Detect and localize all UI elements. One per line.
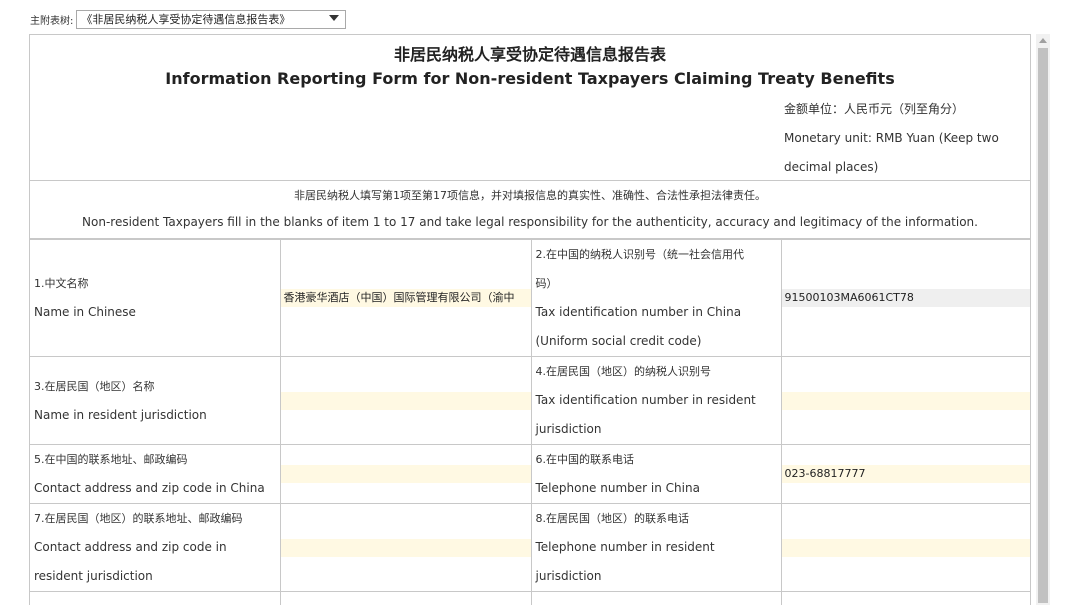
- monetary-unit-en-line2: decimal places): [784, 160, 879, 174]
- field-value-cell: [279, 503, 532, 592]
- chevron-down-icon: [329, 14, 340, 21]
- tax-id-china-input[interactable]: 91500103MA6061CT78: [781, 289, 1030, 307]
- field-label-en: Telephone number in resident: [535, 540, 715, 554]
- scroll-up-arrow-icon[interactable]: [1039, 38, 1047, 43]
- field-label-en: Contact address and zip code in: [34, 540, 227, 554]
- table-row: 1.中文名称 Name in Chinese 香港豪华酒店（中国）国际管理有限公…: [30, 239, 1030, 357]
- monetary-unit-cn: 金额单位：人民币元（列至角分）: [784, 102, 965, 116]
- fill-notice-en: Non-resident Taxpayers fill in the blank…: [82, 215, 978, 229]
- field-label: 1.中文名称 Name in Chinese: [30, 239, 281, 357]
- field-label-en: Name in resident jurisdiction: [34, 407, 207, 422]
- field-value-cell: [780, 356, 1030, 445]
- contact-address-resident-input[interactable]: [280, 538, 531, 557]
- field-value-cell: [780, 503, 1030, 592]
- field-label-cn: 2.在中国的纳税人识别号（统一社会信用代: [535, 248, 745, 261]
- field-label: 8.在居民国（地区）的联系电话 Telephone number in resi…: [530, 503, 782, 592]
- field-label-en: Tax identification number in China: [535, 305, 742, 319]
- field-label-cn: 8.在居民国（地区）的联系电话: [535, 512, 690, 525]
- field-label: 7.在居民国（地区）的联系地址、邮政编码 Contact address and…: [30, 503, 281, 592]
- tax-id-resident-input[interactable]: [781, 391, 1030, 410]
- telephone-china-input[interactable]: 023-68817777: [781, 465, 1030, 483]
- field-label: 2.在中国的纳税人识别号（统一社会信用代 码） Tax identificati…: [530, 239, 782, 357]
- field-label-en: Telephone number in China: [535, 481, 700, 495]
- field-label-cn: 4.在居民国（地区）的纳税人识别号: [535, 365, 712, 378]
- scrollbar-thumb[interactable]: [1038, 48, 1048, 603]
- form-tree-bar: 主附表树: 《非居民纳税人享受协定待遇信息报告表》: [30, 8, 347, 30]
- table-row: 5.在中国的联系地址、邮政编码 Contact address and zip …: [30, 444, 1030, 504]
- table-row: 3.在居民国（地区）名称 Name in resident jurisdicti…: [30, 356, 1030, 445]
- form-tree-selected-value: 《非居民纳税人享受协定待遇信息报告表》: [81, 12, 291, 26]
- form-header: 非居民纳税人享受协定待遇信息报告表 Information Reporting …: [30, 35, 1030, 181]
- form-title-en: Information Reporting Form for Non-resid…: [165, 69, 895, 88]
- field-label-en: resident jurisdiction: [34, 569, 153, 583]
- field-label-en: jurisdiction: [535, 422, 602, 436]
- field-label-cn: 7.在居民国（地区）的联系地址、邮政编码: [34, 512, 243, 525]
- field-label-cn: 6.在中国的联系电话: [535, 453, 635, 466]
- table-row: 7.在居民国（地区）的联系地址、邮政编码 Contact address and…: [30, 503, 1030, 592]
- field-label-cn: 3.在居民国（地区）名称: [34, 379, 155, 393]
- vertical-scrollbar[interactable]: [1036, 34, 1050, 605]
- fill-notice-cn: 非居民纳税人填写第1项至第17项信息，并对填报信息的真实性、准确性、合法性承担法…: [294, 189, 766, 202]
- field-label: 6.在中国的联系电话 Telephone number in China: [530, 444, 782, 504]
- field-value-cell: [279, 444, 532, 504]
- field-label: [530, 591, 782, 605]
- info-table: 1.中文名称 Name in Chinese 香港豪华酒店（中国）国际管理有限公…: [30, 239, 1030, 605]
- name-in-chinese-input[interactable]: 香港豪华酒店（中国）国际管理有限公司（渝中: [280, 289, 531, 307]
- form-title-cn: 非居民纳税人享受协定待遇信息报告表: [393, 45, 666, 64]
- field-label-cn: 码）: [535, 277, 558, 290]
- contact-address-china-input[interactable]: [280, 465, 531, 483]
- monetary-unit-en-line1: Monetary unit: RMB Yuan (Keep two: [784, 131, 999, 145]
- report-form: 非居民纳税人享受协定待遇信息报告表 Information Reporting …: [29, 34, 1031, 605]
- form-tree-label: 主附表树:: [30, 15, 74, 27]
- field-value-cell: [780, 591, 1030, 605]
- field-value-cell: [279, 591, 532, 605]
- field-label-cn: 1.中文名称: [34, 277, 89, 290]
- form-tree-select[interactable]: 《非居民纳税人享受协定待遇信息报告表》: [76, 9, 347, 29]
- field-label-en: (Uniform social credit code): [535, 334, 702, 348]
- field-label-en: jurisdiction: [535, 569, 602, 583]
- field-label-en: Contact address and zip code in China: [34, 481, 265, 495]
- field-value-cell: [279, 356, 532, 445]
- field-label: [30, 591, 281, 605]
- field-label-en: Name in Chinese: [34, 305, 136, 319]
- field-label-cn: 5.在中国的联系地址、邮政编码: [34, 453, 188, 466]
- field-label: 3.在居民国（地区）名称 Name in resident jurisdicti…: [30, 356, 281, 445]
- name-resident-jurisdiction-input[interactable]: [280, 391, 531, 410]
- field-value-cell: 91500103MA6061CT78: [780, 239, 1030, 357]
- fill-notice: 非居民纳税人填写第1项至第17项信息，并对填报信息的真实性、准确性、合法性承担法…: [30, 181, 1030, 239]
- field-value-cell: 023-68817777: [780, 444, 1030, 504]
- telephone-resident-input[interactable]: [781, 538, 1030, 557]
- field-label: 5.在中国的联系地址、邮政编码 Contact address and zip …: [30, 444, 281, 504]
- field-label: 4.在居民国（地区）的纳税人识别号 Tax identification num…: [530, 356, 782, 445]
- table-row: [30, 591, 1030, 605]
- monetary-unit: 金额单位：人民币元（列至角分） Monetary unit: RMB Yuan …: [784, 95, 1029, 182]
- field-label-en: Tax identification number in resident: [535, 393, 756, 407]
- field-value-cell: 香港豪华酒店（中国）国际管理有限公司（渝中: [279, 239, 532, 357]
